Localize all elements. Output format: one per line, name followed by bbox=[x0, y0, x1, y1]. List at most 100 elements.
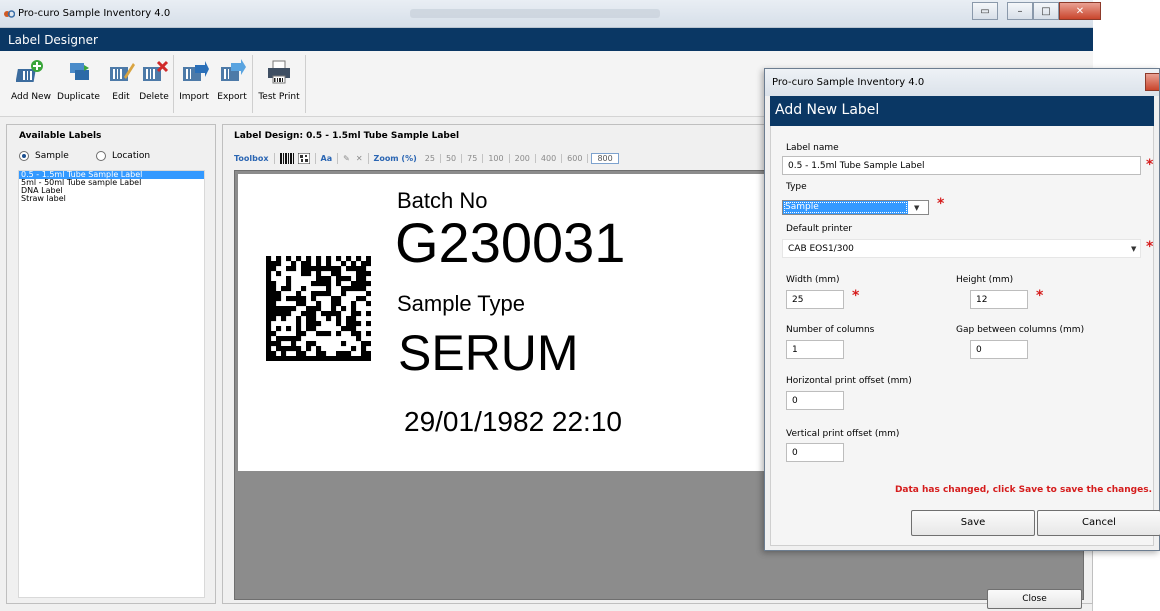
datamatrix-module bbox=[291, 306, 297, 312]
datamatrix-module bbox=[356, 311, 362, 317]
zoom-option[interactable]: 600 bbox=[562, 153, 589, 163]
datamatrix-module bbox=[326, 256, 332, 262]
datamatrix-tool-icon[interactable] bbox=[297, 152, 310, 164]
vertical-offset-input[interactable]: 0 bbox=[786, 443, 844, 462]
datamatrix-module bbox=[341, 286, 347, 292]
datamatrix-module bbox=[366, 356, 371, 361]
remove-icon[interactable]: ✕ bbox=[356, 154, 363, 163]
edit-label: Edit bbox=[112, 92, 130, 102]
gap-label: Gap between columns (mm) bbox=[956, 325, 1085, 335]
datamatrix-module bbox=[296, 356, 302, 361]
radio-sample[interactable]: Sample bbox=[19, 151, 69, 161]
save-button[interactable]: Save bbox=[911, 510, 1035, 536]
datamatrix-module bbox=[291, 296, 297, 302]
datamatrix-module bbox=[331, 266, 337, 272]
datamatrix-module bbox=[296, 321, 302, 327]
datamatrix-module bbox=[326, 316, 332, 322]
zoom-option[interactable]: 200 bbox=[510, 153, 536, 163]
datamatrix-module bbox=[306, 311, 312, 317]
datamatrix-module bbox=[341, 276, 347, 282]
available-labels-panel: Available Labels Sample Location 0.5 - 1… bbox=[6, 124, 216, 604]
width-input[interactable]: 25 bbox=[786, 290, 844, 309]
gap-input[interactable]: 0 bbox=[970, 340, 1028, 359]
datamatrix-module bbox=[336, 296, 342, 302]
font-tool-icon[interactable]: Aa bbox=[321, 154, 333, 163]
close-button[interactable]: Close bbox=[987, 589, 1082, 609]
zoom-option-selected[interactable]: 800 bbox=[591, 152, 619, 164]
edit-button[interactable]: Edit bbox=[108, 57, 135, 112]
label-name-input[interactable]: 0.5 - 1.5ml Tube Sample Label bbox=[782, 156, 1141, 175]
datamatrix-module bbox=[286, 266, 292, 272]
zoom-option[interactable]: 400 bbox=[536, 153, 563, 163]
datamatrix-module bbox=[276, 306, 282, 312]
zoom-option[interactable]: 100 bbox=[483, 153, 510, 163]
list-item[interactable]: Straw label bbox=[19, 195, 204, 203]
datamatrix-module bbox=[276, 261, 282, 267]
sample-type-value[interactable]: SERUM bbox=[398, 324, 579, 382]
datamatrix-module bbox=[266, 331, 272, 337]
datamatrix-module bbox=[266, 276, 272, 282]
test-print-button[interactable]: Test Print bbox=[256, 57, 302, 112]
datamatrix-module bbox=[266, 256, 272, 262]
sample-type-caption[interactable]: Sample Type bbox=[397, 291, 525, 317]
datamatrix-module bbox=[366, 256, 371, 262]
pencil-icon[interactable]: ✎ bbox=[343, 154, 350, 163]
datamatrix-module bbox=[351, 331, 357, 337]
zoom-option[interactable]: 25 bbox=[420, 153, 441, 163]
datamatrix-module bbox=[286, 296, 292, 302]
columns-input[interactable]: 1 bbox=[786, 340, 844, 359]
radio-location[interactable]: Location bbox=[96, 151, 150, 161]
datamatrix-module bbox=[271, 291, 277, 297]
window-close-button[interactable]: ✕ bbox=[1059, 2, 1101, 20]
datamatrix-module bbox=[326, 331, 332, 337]
type-select[interactable]: Sample ▼ bbox=[782, 200, 929, 215]
zoom-option[interactable]: 50 bbox=[441, 153, 463, 163]
duplicate-button[interactable]: Duplicate bbox=[56, 57, 101, 112]
radio-location-label: Location bbox=[112, 151, 151, 161]
datamatrix-module bbox=[346, 356, 352, 361]
minimize-button[interactable]: – bbox=[1007, 2, 1033, 20]
datamatrix-module bbox=[316, 256, 322, 262]
default-printer-label: Default printer bbox=[786, 224, 853, 234]
datamatrix-module bbox=[311, 356, 317, 361]
datamatrix-module bbox=[266, 336, 272, 342]
height-input[interactable]: 12 bbox=[970, 290, 1028, 309]
datamatrix-module bbox=[336, 276, 342, 282]
maximize-button[interactable]: □ bbox=[1033, 2, 1059, 20]
chevron-down-icon[interactable]: ▼ bbox=[1131, 245, 1136, 253]
import-icon bbox=[183, 61, 209, 81]
datamatrix-module bbox=[351, 311, 357, 317]
datamatrix-module bbox=[351, 261, 357, 267]
required-marker: * bbox=[1146, 239, 1154, 255]
import-button[interactable]: Import bbox=[178, 57, 210, 112]
datetime-value[interactable]: 29/01/1982 22:10 bbox=[404, 406, 622, 438]
export-button[interactable]: Export bbox=[216, 57, 248, 112]
barcode-tool-icon[interactable] bbox=[279, 152, 294, 164]
datamatrix-barcode[interactable] bbox=[266, 256, 371, 361]
delete-button[interactable]: Delete bbox=[138, 57, 170, 112]
datamatrix-module bbox=[286, 256, 292, 262]
dialog-close-button[interactable] bbox=[1145, 73, 1159, 91]
datamatrix-module bbox=[266, 311, 272, 317]
radio-dot-icon bbox=[96, 151, 106, 161]
default-printer-select[interactable]: CAB EOS1/300 bbox=[782, 239, 1141, 258]
label-list[interactable]: 0.5 - 1.5ml Tube Sample Label 5ml - 50ml… bbox=[18, 170, 205, 598]
restore-icon[interactable]: ▭ bbox=[972, 2, 998, 20]
datamatrix-module bbox=[276, 356, 282, 361]
datamatrix-module bbox=[286, 311, 292, 317]
printer-icon bbox=[268, 60, 290, 84]
cancel-button[interactable]: Cancel bbox=[1037, 510, 1160, 536]
datamatrix-module bbox=[336, 256, 342, 262]
horizontal-offset-input[interactable]: 0 bbox=[786, 391, 844, 410]
datamatrix-module bbox=[311, 296, 317, 302]
import-label: Import bbox=[179, 92, 209, 102]
datamatrix-module bbox=[341, 261, 347, 267]
label-name-label: Label name bbox=[786, 143, 839, 153]
datamatrix-module bbox=[306, 306, 312, 312]
batch-no-value[interactable]: G230031 bbox=[395, 210, 625, 275]
datamatrix-module bbox=[311, 326, 317, 332]
datamatrix-module bbox=[351, 266, 357, 272]
zoom-option[interactable]: 75 bbox=[462, 153, 484, 163]
datamatrix-module bbox=[346, 286, 352, 292]
add-new-button[interactable]: Add New bbox=[10, 57, 52, 112]
